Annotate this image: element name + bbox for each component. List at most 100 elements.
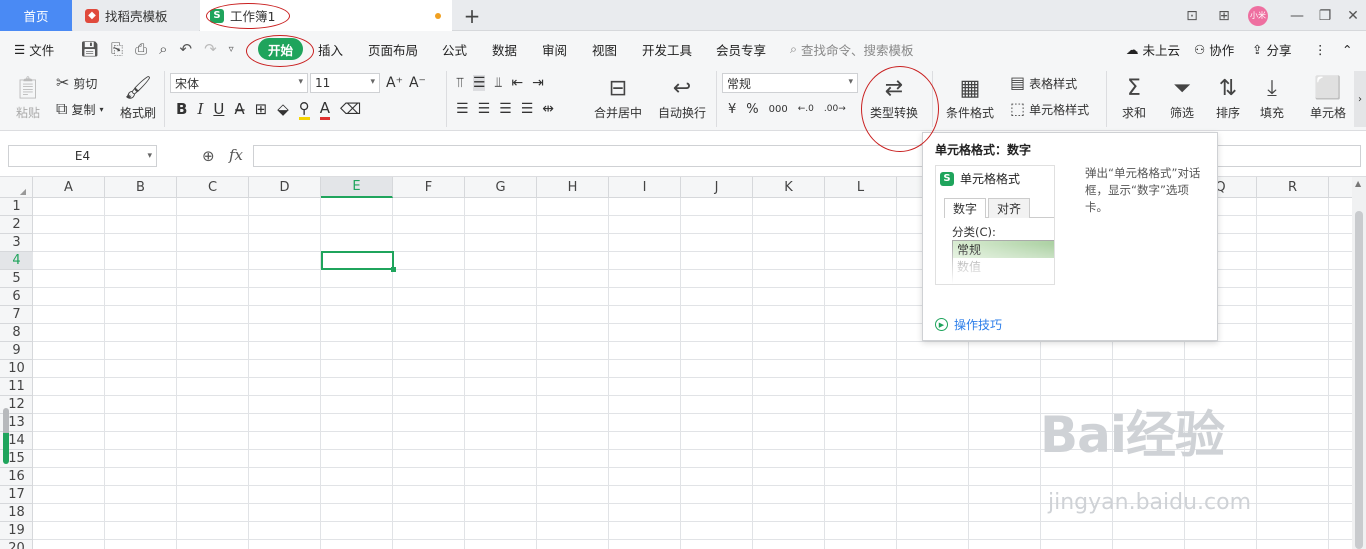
selected-cell-e4[interactable] [321,251,396,272]
tab-data[interactable]: 数据 [492,31,517,67]
col-header-h[interactable]: H [537,177,609,198]
tab-template[interactable]: ◆ 找稻壳模板 [73,0,199,31]
col-header-f[interactable]: F [393,177,465,198]
row-header-6[interactable]: 6 [0,288,33,306]
col-header-c[interactable]: C [177,177,249,198]
undo-icon[interactable]: ↶ [179,40,192,58]
increase-decimal-icon[interactable]: ←.0 [798,104,814,114]
preview-icon[interactable]: ⌕ [159,40,167,58]
currency-button[interactable]: ¥ [728,102,736,117]
clear-icon[interactable]: ⌫ [340,100,361,118]
row-header-16[interactable]: 16 [0,468,33,486]
conditional-format-button[interactable]: ▦ 条件格式 [942,71,998,127]
paste-button[interactable]: 📋︎ 粘贴 [8,71,48,127]
collab-button[interactable]: ⚇ 协作 [1194,31,1234,67]
name-box[interactable]: E4 ▾ [8,145,157,167]
highlight-icon[interactable]: ⚲ [298,99,310,120]
tab-insert[interactable]: 插入 [318,31,343,67]
percent-button[interactable]: % [746,102,758,117]
row-header-19[interactable]: 19 [0,522,33,540]
decrease-decimal-icon[interactable]: .00→ [824,104,846,114]
row-header-1[interactable]: 1 [0,198,33,216]
user-avatar[interactable]: 小米 [1244,0,1272,31]
align-bottom-icon[interactable]: ⫫ [494,75,502,91]
vertical-scrollbar[interactable]: ▲ [1352,177,1366,549]
row-header-4[interactable]: 4 [0,252,33,270]
file-menu[interactable]: ☰ 文件 [14,31,54,67]
tab-home[interactable]: 首页 [0,0,72,31]
row-header-17[interactable]: 17 [0,486,33,504]
sum-button[interactable]: Σ 求和 [1112,71,1156,127]
row-header-9[interactable]: 9 [0,342,33,360]
close-button[interactable]: ✕ [1339,0,1366,31]
fill-color-icon[interactable]: ⬙ [277,100,289,118]
fill-button[interactable]: ⤓ 填充 [1250,71,1294,127]
select-all-corner[interactable]: ◢ [0,177,33,198]
save-icon[interactable]: 💾︎ [80,40,99,58]
redo-icon[interactable]: ↷ [204,40,217,58]
filter-button[interactable]: ⏷ 筛选 [1160,71,1204,127]
merge-center-button[interactable]: ⊟ 合并居中 [586,71,650,127]
indent-decrease-icon[interactable]: ⇤ [511,75,523,91]
tab-layout[interactable]: 页面布局 [368,31,418,67]
command-search[interactable]: ⌕ 查找命令、搜索模板 [790,31,914,67]
col-header-j[interactable]: J [681,177,753,198]
strikethrough-icon[interactable]: A̶ [234,100,244,118]
row-header-20[interactable]: 20 [0,540,33,549]
col-header-g[interactable]: G [465,177,537,198]
cell-button[interactable]: ⬜ 单元格 [1304,71,1352,127]
increase-font-icon[interactable]: A⁺ [386,75,403,91]
sort-button[interactable]: ⇅ 排序 [1206,71,1250,127]
export-icon[interactable]: ⎘ [111,40,123,58]
col-header-a[interactable]: A [33,177,105,198]
tab-review[interactable]: 审阅 [542,31,567,67]
grid-apps-icon[interactable]: ⊞ [1210,0,1238,31]
fx-button[interactable]: fx [229,146,243,164]
row-header-5[interactable]: 5 [0,270,33,288]
row-header-7[interactable]: 7 [0,306,33,324]
scroll-up-icon[interactable]: ▲ [1355,179,1361,188]
decrease-font-icon[interactable]: A⁻ [409,75,426,91]
number-format-select[interactable]: 常规 ▾ [722,73,858,93]
distribute-icon[interactable]: ⇹ [542,101,554,117]
align-left-icon[interactable]: ☰ [456,101,469,117]
tab-dev[interactable]: 开发工具 [642,31,692,67]
scroll-thumb[interactable] [1355,211,1363,549]
format-painter-button[interactable]: 🖌︎ 格式刷 [118,71,158,127]
cut-button[interactable]: ✂ 剪切 [56,73,97,93]
col-header-r[interactable]: R [1257,177,1329,198]
ribbon-scroll-right-icon[interactable]: › [1354,71,1366,127]
wrap-text-button[interactable]: ↩ 自动换行 [654,71,710,127]
restore-button[interactable]: ❐ [1311,0,1339,31]
border-icon[interactable]: ⊞ [255,100,268,118]
font-size-select[interactable]: 11 ▾ [310,73,380,93]
font-color-icon[interactable]: A [319,99,331,120]
row-header-10[interactable]: 10 [0,360,33,378]
table-style-button[interactable]: ▤ 表格样式 [1010,73,1077,93]
row-header-8[interactable]: 8 [0,324,33,342]
justify-icon[interactable]: ☰ [521,101,534,117]
print-icon[interactable]: ⎙ [135,40,147,58]
minimize-button[interactable]: — [1283,0,1311,31]
zoom-icon[interactable]: ⊕ [202,147,215,165]
row-header-3[interactable]: 3 [0,234,33,252]
bold-button[interactable]: B [176,100,187,118]
more-icon[interactable]: ⋮ [1314,31,1327,67]
share-button[interactable]: ⇪ 分享 [1252,31,1292,67]
cell-style-button[interactable]: ⬚ 单元格样式 [1010,99,1089,119]
copy-button[interactable]: ⧉ 复制 ▾ [56,99,103,119]
tips-link[interactable]: ▶ 操作技巧 [935,316,1002,333]
col-header-l[interactable]: L [825,177,897,198]
row-header-2[interactable]: 2 [0,216,33,234]
dropdown-icon[interactable]: ▿ [229,44,234,55]
align-top-icon[interactable]: ⫪ [456,75,464,91]
col-header-k[interactable]: K [753,177,825,198]
row-header-18[interactable]: 18 [0,504,33,522]
thousands-button[interactable]: 000 [769,104,788,115]
col-header-e[interactable]: E [321,177,393,198]
align-right-icon[interactable]: ☰ [499,101,512,117]
new-tab-button[interactable]: + [458,0,486,31]
collapse-ribbon-icon[interactable]: ⌃ [1342,31,1352,67]
underline-button[interactable]: U [213,100,224,118]
cloud-status[interactable]: ☁ 未上云 [1126,31,1180,67]
